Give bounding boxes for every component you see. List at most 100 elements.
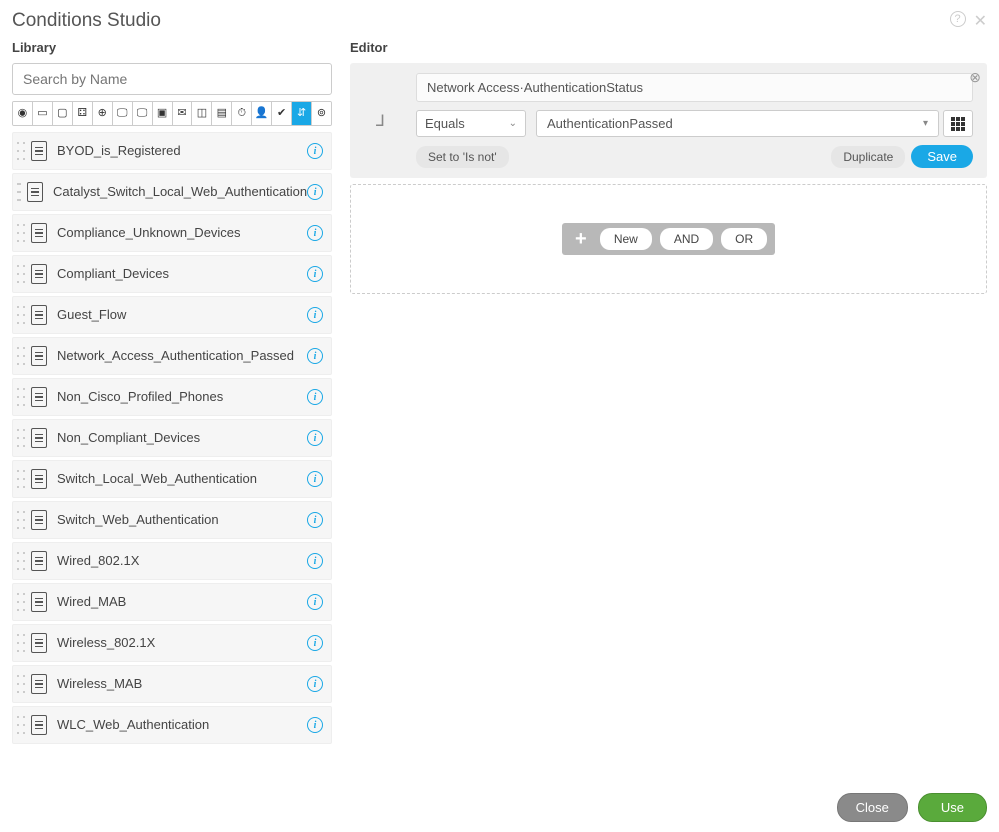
duplicate-button[interactable]: Duplicate [831, 146, 905, 168]
filter-btn-2[interactable]: ▢ [53, 102, 73, 125]
filter-btn-10[interactable]: ▤ [212, 102, 232, 125]
drag-handle-icon[interactable] [17, 593, 25, 611]
library-item[interactable]: BYOD_is_Registeredi [12, 132, 332, 170]
library-item-name: Network_Access_Authentication_Passed [57, 348, 307, 365]
filter-btn-0[interactable]: ◉ [13, 102, 33, 125]
drag-handle-icon[interactable] [17, 142, 25, 160]
drag-handle-icon[interactable] [17, 429, 25, 447]
filter-btn-13[interactable]: ✔ [272, 102, 292, 125]
condition-icon [31, 551, 47, 571]
info-icon[interactable]: i [307, 717, 323, 733]
filter-btn-14[interactable]: ⇵ [292, 102, 312, 125]
info-icon[interactable]: i [307, 348, 323, 364]
value-picker-button[interactable] [943, 110, 973, 137]
info-icon[interactable]: i [307, 635, 323, 651]
info-icon[interactable]: i [307, 143, 323, 159]
operator-select[interactable]: Equals ⌄ [416, 110, 526, 137]
value-text: AuthenticationPassed [547, 116, 673, 131]
plus-icon: + [570, 228, 592, 250]
filter-btn-1[interactable]: ▭ [33, 102, 53, 125]
set-isnot-button[interactable]: Set to 'Is not' [416, 146, 509, 168]
editor-panel: Editor ⊗ ᒪ Network Access·Authentication… [350, 40, 987, 781]
filter-btn-4[interactable]: ⊕ [93, 102, 113, 125]
library-item[interactable]: Compliant_Devicesi [12, 255, 332, 293]
filter-btn-9[interactable]: ◫ [192, 102, 212, 125]
use-button[interactable]: Use [918, 793, 987, 822]
filter-bar: ◉ ▭ ▢ ⚃ ⊕ 🖵 🖵 ▣ ✉ ◫ ▤ ⏱ 👤 ✔ ⇵ ⊚ [12, 101, 332, 126]
info-icon[interactable]: i [307, 184, 323, 200]
filter-btn-11[interactable]: ⏱ [232, 102, 252, 125]
library-item[interactable]: Wireless_802.1Xi [12, 624, 332, 662]
library-item[interactable]: Guest_Flowi [12, 296, 332, 334]
drag-handle-icon[interactable] [17, 552, 25, 570]
library-item[interactable]: Catalyst_Switch_Local_Web_Authentication… [12, 173, 332, 211]
drag-handle-icon[interactable] [17, 183, 21, 201]
save-button[interactable]: Save [911, 145, 973, 168]
library-panel: Library ◉ ▭ ▢ ⚃ ⊕ 🖵 🖵 ▣ ✉ ◫ ▤ ⏱ 👤 ✔ ⇵ ⊚ [12, 40, 332, 781]
info-icon[interactable]: i [307, 389, 323, 405]
drag-handle-icon[interactable] [17, 511, 25, 529]
info-icon[interactable]: i [307, 676, 323, 692]
info-icon[interactable]: i [307, 594, 323, 610]
library-item-name: Catalyst_Switch_Local_Web_Authentication [53, 184, 307, 201]
library-item[interactable]: Switch_Web_Authenticationi [12, 501, 332, 539]
filter-btn-8[interactable]: ✉ [173, 102, 193, 125]
close-icon[interactable]: ✕ [974, 11, 987, 31]
attribute-field[interactable]: Network Access·AuthenticationStatus [416, 73, 973, 102]
library-item-name: Non_Compliant_Devices [57, 430, 307, 447]
info-icon[interactable]: i [307, 430, 323, 446]
help-icon[interactable]: ? [950, 11, 966, 27]
filter-btn-5[interactable]: 🖵 [113, 102, 133, 125]
add-condition-area: + New AND OR [350, 184, 987, 294]
info-icon[interactable]: i [307, 512, 323, 528]
search-box[interactable] [12, 63, 332, 95]
drag-handle-icon[interactable] [17, 634, 25, 652]
library-item-name: Wired_MAB [57, 594, 307, 611]
filter-btn-12[interactable]: 👤 [252, 102, 272, 125]
drag-handle-icon[interactable] [17, 675, 25, 693]
library-item[interactable]: Non_Cisco_Profiled_Phonesi [12, 378, 332, 416]
search-input[interactable] [23, 71, 321, 87]
info-icon[interactable]: i [307, 266, 323, 282]
info-icon[interactable]: i [307, 307, 323, 323]
library-item[interactable]: Network_Access_Authentication_Passedi [12, 337, 332, 375]
value-select[interactable]: AuthenticationPassed ▾ [536, 110, 939, 137]
filter-btn-7[interactable]: ▣ [153, 102, 173, 125]
filter-btn-3[interactable]: ⚃ [73, 102, 93, 125]
new-button[interactable]: New [600, 228, 652, 250]
condition-icon [31, 346, 47, 366]
close-button[interactable]: Close [837, 793, 908, 822]
library-item[interactable]: WLC_Web_Authenticationi [12, 706, 332, 744]
dialog-header: Conditions Studio ? ✕ [12, 10, 987, 40]
drag-handle-icon[interactable] [17, 347, 25, 365]
drag-handle-icon[interactable] [17, 388, 25, 406]
condition-icon [31, 633, 47, 653]
drag-handle-icon[interactable] [17, 265, 25, 283]
library-item[interactable]: Non_Compliant_Devicesi [12, 419, 332, 457]
info-icon[interactable]: i [307, 471, 323, 487]
condition-icon [31, 223, 47, 243]
drag-handle-icon[interactable] [17, 224, 25, 242]
drag-handle-icon[interactable] [17, 470, 25, 488]
editor-label: Editor [350, 40, 987, 55]
condition-icon [31, 387, 47, 407]
condition-row: ⊗ ᒪ Network Access·AuthenticationStatus … [350, 63, 987, 178]
drag-handle-icon[interactable] [17, 716, 25, 734]
library-item-name: Compliance_Unknown_Devices [57, 225, 307, 242]
library-item-name: Compliant_Devices [57, 266, 307, 283]
library-item[interactable]: Wired_802.1Xi [12, 542, 332, 580]
library-item[interactable]: Wired_MABi [12, 583, 332, 621]
library-item-name: WLC_Web_Authentication [57, 717, 307, 734]
library-item[interactable]: Compliance_Unknown_Devicesi [12, 214, 332, 252]
or-button[interactable]: OR [721, 228, 767, 250]
operator-value: Equals [425, 116, 465, 131]
info-icon[interactable]: i [307, 225, 323, 241]
drag-handle-icon[interactable] [17, 306, 25, 324]
filter-btn-15[interactable]: ⊚ [312, 102, 331, 125]
filter-btn-6[interactable]: 🖵 [133, 102, 153, 125]
library-item[interactable]: Switch_Local_Web_Authenticationi [12, 460, 332, 498]
library-item[interactable]: Wireless_MABi [12, 665, 332, 703]
remove-condition-icon[interactable]: ⊗ [969, 69, 981, 86]
and-button[interactable]: AND [660, 228, 713, 250]
info-icon[interactable]: i [307, 553, 323, 569]
